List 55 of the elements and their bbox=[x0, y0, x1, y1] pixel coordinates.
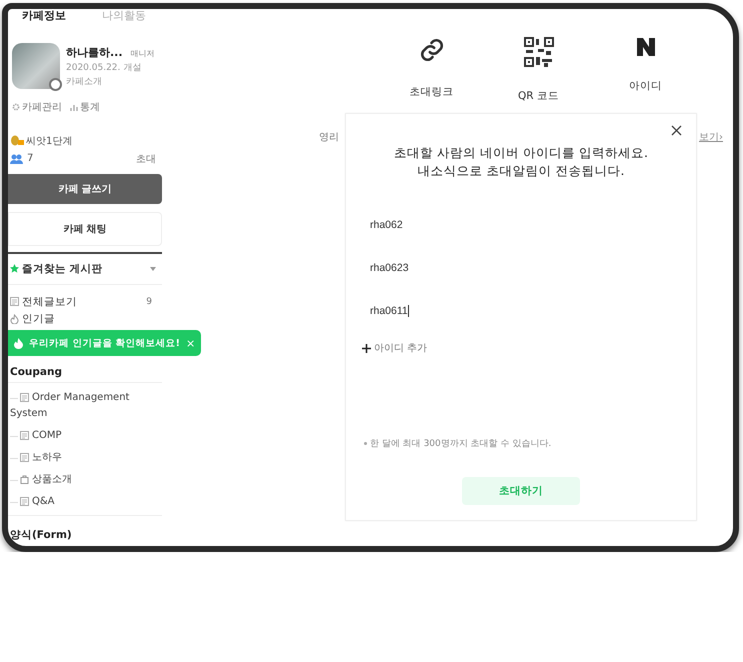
view-more-link[interactable]: 보기› bbox=[699, 132, 723, 143]
members-icon bbox=[10, 154, 23, 164]
admin-link[interactable]: 카페관리 bbox=[22, 100, 62, 114]
board-link[interactable]: 상품소개 bbox=[10, 472, 162, 488]
plus-icon bbox=[362, 344, 371, 352]
invite-option[interactable]: QR 코드 bbox=[485, 37, 592, 103]
invite-link[interactable]: 초대 bbox=[136, 152, 156, 166]
bar-chart-icon bbox=[70, 102, 78, 111]
document-icon bbox=[10, 297, 19, 306]
post-count: 9 bbox=[146, 296, 152, 307]
chat-button[interactable]: 카페 채팅 bbox=[8, 212, 162, 246]
board-group-title: 양식(Form) bbox=[9, 528, 73, 543]
board-group-title: Coupang bbox=[9, 364, 63, 380]
caret-icon[interactable] bbox=[150, 266, 156, 271]
board-link[interactable]: COMP bbox=[10, 428, 162, 444]
level-label: 씨앗1단계 bbox=[26, 134, 72, 148]
cafe-name[interactable]: 하나를하... bbox=[66, 46, 123, 59]
bag-icon bbox=[20, 474, 29, 484]
id-input-field[interactable]: rha0623 bbox=[370, 257, 670, 279]
document-icon bbox=[20, 430, 29, 440]
seed-level-icon bbox=[10, 135, 24, 146]
id-input-field[interactable]: rha0611 bbox=[370, 300, 670, 322]
write-post-button[interactable]: 카페 글쓰기 bbox=[8, 174, 162, 204]
qr-code-icon bbox=[524, 37, 554, 67]
board-link[interactable]: 인기글 bbox=[22, 312, 55, 326]
document-icon bbox=[20, 452, 29, 462]
close-icon bbox=[671, 125, 682, 136]
invite-option[interactable]: 초대링크 bbox=[378, 37, 485, 103]
settings-icon[interactable] bbox=[49, 78, 62, 91]
role-label: 매니저 bbox=[130, 48, 155, 58]
opened-date: 2020.05.22. 개설 bbox=[66, 62, 142, 74]
board-link[interactable]: 전체글보기 bbox=[22, 294, 77, 309]
gear-icon bbox=[12, 102, 20, 111]
n-logo-icon bbox=[636, 37, 656, 57]
invite-option[interactable]: 아이디 bbox=[592, 37, 699, 103]
dialog-title: 초대할 사람의 네이버 아이디를 입력하세요. 내소식으로 초대알림이 전송됩니다. bbox=[393, 144, 649, 180]
add-id-button[interactable]: 아이디 추가 bbox=[362, 341, 428, 355]
favorites-header[interactable]: 즐겨찾는 게시판 bbox=[22, 262, 103, 276]
tooltip-text: 우리카페 인기글을 확인해보세요! bbox=[29, 336, 180, 350]
limit-note: 한 달에 최대 300명까지 초대할 수 있습니다. bbox=[364, 437, 696, 450]
id-input-field[interactable]: rha062 bbox=[370, 214, 670, 236]
board-link[interactable]: 노하우 bbox=[10, 450, 162, 466]
member-count: 7 bbox=[27, 153, 34, 164]
bullet-icon bbox=[364, 442, 367, 446]
board-link[interactable]: Q&A bbox=[10, 494, 162, 510]
star-icon bbox=[10, 264, 19, 274]
background-text: 영리 bbox=[319, 132, 339, 143]
admin-link[interactable]: 통계 bbox=[80, 100, 100, 114]
flame-icon bbox=[14, 338, 23, 349]
document-icon bbox=[20, 392, 29, 402]
link-icon bbox=[418, 37, 444, 63]
sidebar-tab[interactable]: 카페정보 bbox=[22, 9, 66, 24]
flame-icon bbox=[10, 314, 19, 324]
board-link[interactable]: Order Management System bbox=[10, 390, 162, 422]
document-icon bbox=[20, 496, 29, 506]
